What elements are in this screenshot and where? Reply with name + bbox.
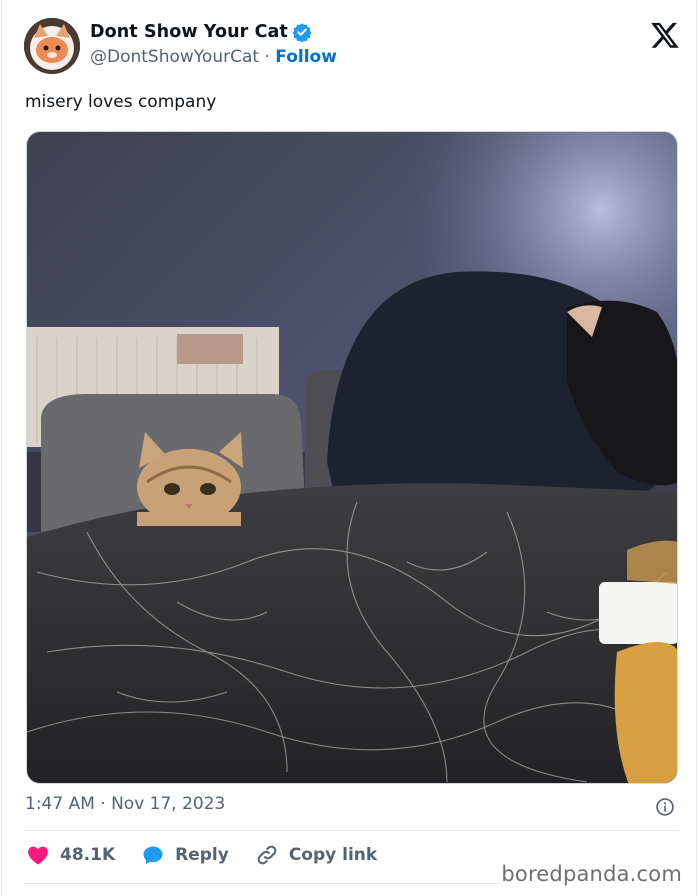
like-button[interactable]: 48.1K (26, 843, 115, 867)
display-name[interactable]: Dont Show Your Cat (90, 22, 288, 42)
like-count: 48.1K (60, 845, 116, 865)
divider (24, 830, 678, 831)
bottom-divider (24, 883, 504, 884)
name-row: Dont Show Your Cat (90, 22, 312, 42)
handle-row: @DontShowYourCat · Follow (90, 47, 337, 67)
avatar[interactable] (24, 18, 80, 74)
heart-icon (28, 846, 48, 865)
tweet-header: Dont Show Your Cat @DontShowYourCat · Fo… (24, 18, 684, 76)
tweet-card: Dont Show Your Cat @DontShowYourCat · Fo… (1, 0, 697, 896)
link-icon (257, 845, 277, 865)
reply-label: Reply (175, 845, 229, 865)
watermark: boredpanda.com (499, 862, 684, 886)
x-logo-icon[interactable] (650, 20, 680, 50)
reply-bubble-icon (143, 846, 163, 864)
tweet-text: misery loves company (25, 92, 217, 112)
reply-button[interactable]: Reply (141, 843, 229, 867)
tweet-timestamp[interactable]: 1:47 AM · Nov 17, 2023 (25, 794, 225, 814)
handle[interactable]: @DontShowYourCat (90, 47, 259, 67)
follow-button[interactable]: Follow (275, 47, 337, 67)
copy-link-label: Copy link (288, 845, 378, 865)
info-icon[interactable] (655, 797, 675, 817)
copy-link-button[interactable]: Copy link (255, 843, 377, 867)
verified-badge-icon (292, 23, 312, 42)
tweet-photo[interactable] (26, 131, 678, 784)
separator: · (264, 47, 270, 67)
action-bar: 48.1K Reply Copy link (26, 841, 403, 869)
